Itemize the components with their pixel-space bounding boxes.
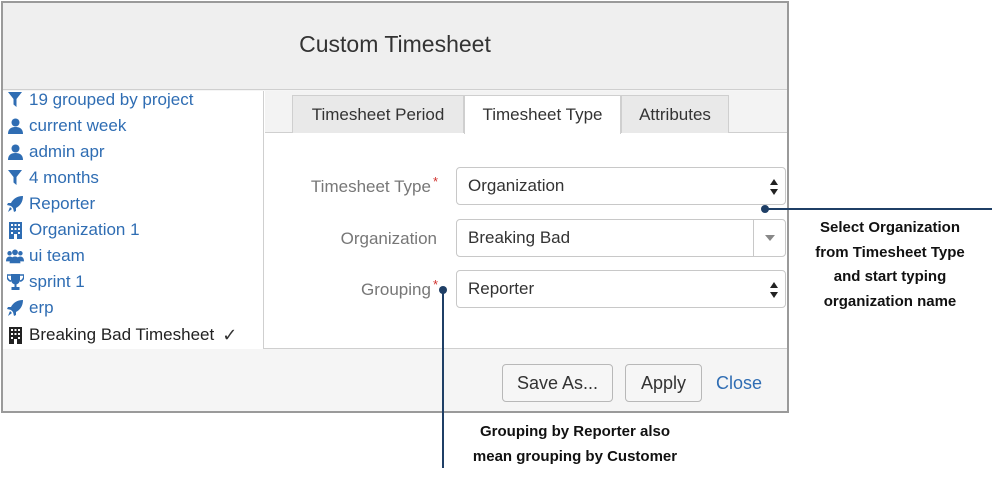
filter-icon [6, 91, 24, 109]
sidebar-item-19-grouped[interactable]: 19 grouped by project [6, 91, 193, 112]
sidebar-item-label: Organization 1 [29, 220, 140, 239]
sidebar-item-label: Reporter [29, 194, 96, 213]
sidebar-item-label: admin apr [29, 142, 105, 161]
sidebar-item-erp[interactable]: erp [6, 296, 54, 320]
apply-button[interactable]: Apply [625, 364, 702, 402]
sidebar-item-label: current week [29, 116, 127, 135]
building-icon [6, 221, 24, 239]
label-text: Organization [340, 229, 437, 248]
select-value: Organization [468, 176, 565, 195]
timesheet-type-label: Timesheet Type * [258, 174, 438, 197]
dialog-title: Custom Timesheet [299, 31, 491, 57]
check-icon: ✓ [222, 324, 238, 345]
rocket-icon [6, 195, 24, 213]
tab-label: Timesheet Type [482, 105, 603, 124]
timesheet-type-select[interactable]: Organization [456, 167, 786, 205]
sidebar-item-ui-team[interactable]: ui team [6, 244, 85, 268]
sidebar-item-label: 19 grouped by project [29, 91, 194, 109]
sidebar-item-breaking-bad-timesheet[interactable]: Breaking Bad Timesheet ✓ [6, 323, 237, 347]
grouping-select[interactable]: Reporter [456, 270, 786, 308]
required-marker: * [432, 174, 438, 189]
sidebar-item-label: ui team [29, 246, 85, 265]
tab-timesheet-type[interactable]: Timesheet Type [464, 95, 621, 134]
callout-grouping: Grouping by Reporter also mean grouping … [440, 420, 710, 469]
trophy-icon [6, 273, 24, 291]
callout-organization: Select Organization from Timesheet Type … [790, 216, 990, 314]
updown-arrows-icon [770, 282, 778, 298]
dropdown-separator [753, 220, 754, 256]
user-icon [6, 143, 24, 161]
combobox-value: Breaking Bad [468, 228, 571, 247]
tab-label: Timesheet Period [311, 104, 445, 124]
sidebar-item-admin-apr[interactable]: admin apr [6, 140, 105, 164]
tab-label: Attributes [639, 104, 711, 124]
building-icon [6, 326, 24, 344]
rocket-icon [6, 299, 24, 317]
dialog-footer: Save As... Apply Close [3, 350, 787, 411]
tab-timesheet-period[interactable]: Timesheet Period [292, 95, 464, 133]
sidebar-item-sprint-1[interactable]: sprint 1 [6, 270, 85, 294]
sidebar-item-4-months[interactable]: 4 months [6, 166, 99, 190]
sidebar-item-reporter[interactable]: Reporter [6, 192, 95, 216]
sidebar-item-label: sprint 1 [29, 272, 85, 291]
tab-bar: Timesheet Period Timesheet Type Attribut… [265, 91, 787, 134]
tab-attributes[interactable]: Attributes [621, 95, 729, 133]
filter-icon [6, 169, 24, 187]
callout-line-text: organization name [823, 292, 957, 310]
callout-line-text: mean grouping by Customer [472, 447, 678, 465]
callout-line-text: from Timesheet Type [815, 243, 965, 261]
custom-timesheet-dialog: Custom Timesheet 19 grouped by project c… [1, 1, 789, 413]
sidebar-item-organization-1[interactable]: Organization 1 [6, 218, 140, 242]
dialog-body: 19 grouped by project current week admin… [3, 91, 787, 349]
close-link[interactable]: Close [716, 373, 762, 394]
sidebar-item-current-week[interactable]: current week [6, 114, 126, 138]
select-value: Reporter [468, 279, 535, 298]
callout-line-organization [765, 208, 992, 210]
saved-timesheets-list: 19 grouped by project current week admin… [3, 91, 264, 349]
dialog-header: Custom Timesheet [3, 3, 787, 90]
label-text: Grouping [361, 280, 431, 299]
organization-label: Organization [257, 229, 437, 249]
save-as-button[interactable]: Save As... [502, 364, 613, 402]
callout-line-text: Select Organization [819, 219, 961, 236]
users-icon [6, 247, 24, 265]
required-marker: * [432, 277, 438, 292]
sidebar-item-label: Breaking Bad Timesheet [29, 325, 215, 344]
user-icon [6, 117, 24, 135]
sidebar-item-label: erp [29, 298, 54, 317]
label-text: Timesheet Type [310, 177, 431, 196]
updown-arrows-icon [770, 179, 778, 195]
sidebar-item-label: 4 months [29, 168, 99, 187]
grouping-label: Grouping * [258, 277, 438, 300]
organization-combobox[interactable]: Breaking Bad [456, 219, 786, 257]
chevron-down-icon[interactable] [765, 235, 775, 241]
callout-line-text: Grouping by Reporter also [479, 423, 671, 440]
callout-line-text: and start typing [833, 268, 947, 285]
